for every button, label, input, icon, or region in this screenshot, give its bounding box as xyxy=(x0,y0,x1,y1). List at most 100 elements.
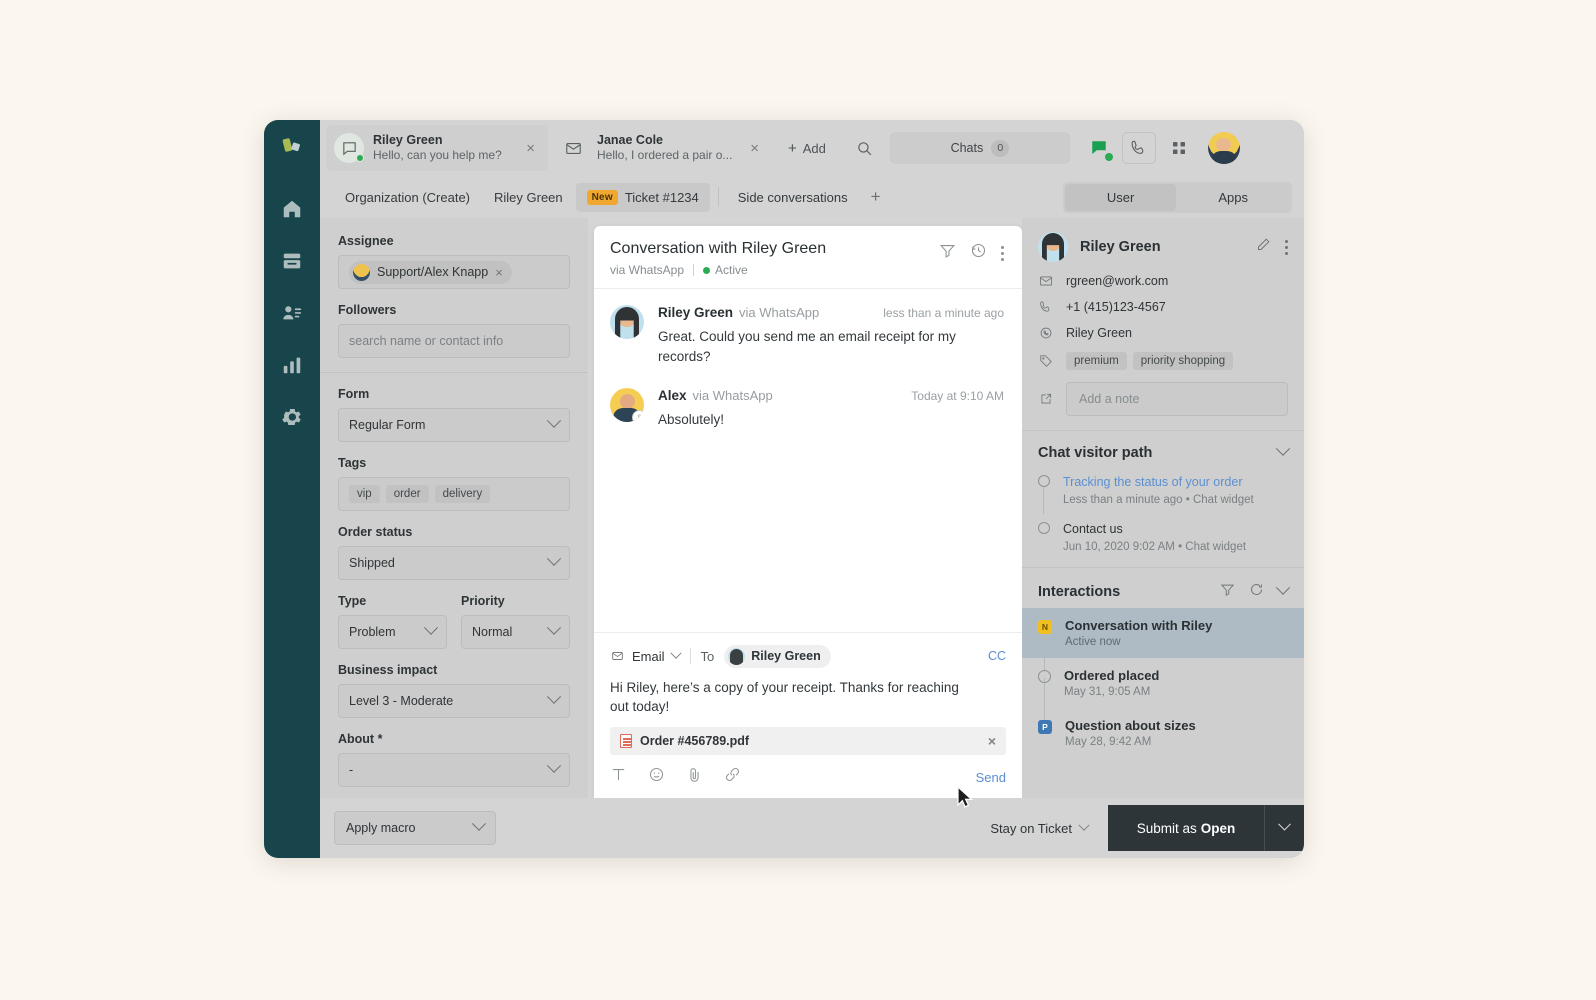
link-icon[interactable] xyxy=(724,766,741,788)
attachment-item[interactable]: Order #456789.pdf × xyxy=(610,727,1006,755)
visitor-path-item[interactable]: Contact us Jun 10, 2020 9:02 AM • Chat w… xyxy=(1038,520,1288,553)
composer-channel-select[interactable]: Email xyxy=(610,647,682,664)
history-icon[interactable] xyxy=(970,242,987,264)
contact-note-row: Add a note xyxy=(1038,382,1288,416)
list-item[interactable]: P Question about sizes May 28, 9:42 AM xyxy=(1022,708,1304,758)
search-icon[interactable] xyxy=(842,140,888,157)
assignee-chip[interactable]: Support/Alex Knapp × xyxy=(349,260,512,284)
list-item[interactable]: N Conversation with Riley Active now xyxy=(1022,608,1304,672)
conversation-tab-janae-cole[interactable]: Janae Cole Hello, I ordered a pair o... … xyxy=(550,125,772,171)
chat-green-icon[interactable] xyxy=(1082,132,1116,164)
contact-tag-chip[interactable]: priority shopping xyxy=(1132,352,1234,370)
remove-attachment-icon[interactable]: × xyxy=(988,733,996,749)
chevron-down-icon[interactable] xyxy=(1275,441,1291,456)
chevron-down-icon xyxy=(423,620,439,635)
submit-options-button[interactable] xyxy=(1264,805,1304,851)
priority-select[interactable]: Normal xyxy=(461,615,570,649)
grid-icon[interactable] xyxy=(1162,132,1196,164)
tab-apps[interactable]: Apps xyxy=(1176,184,1290,211)
stay-on-ticket-select[interactable]: Stay on Ticket xyxy=(990,819,1090,836)
tags-input[interactable]: vip order delivery xyxy=(338,477,570,511)
add-tab-button[interactable]: + Add xyxy=(774,131,840,165)
conversation-channel: via WhatsApp xyxy=(610,263,685,277)
inbox-icon[interactable] xyxy=(279,248,305,274)
apply-macro-select[interactable]: Apply macro xyxy=(334,811,496,845)
online-status-dot xyxy=(1104,153,1113,161)
visitor-path-item[interactable]: Tracking the status of your order Less t… xyxy=(1038,473,1288,514)
recipient-chip[interactable]: Riley Green xyxy=(724,644,831,668)
tab-subtitle: Hello, I ordered a pair o... xyxy=(597,148,733,163)
interaction-title: Ordered placed xyxy=(1064,668,1160,683)
followers-input[interactable]: search name or contact info xyxy=(338,324,570,358)
context-panel: Riley Green rgreen@work.com +1 (415)123-… xyxy=(1022,218,1304,798)
close-icon[interactable]: × xyxy=(747,140,762,157)
tag-chip[interactable]: order xyxy=(385,485,429,503)
about-label: About * xyxy=(338,732,383,746)
chevron-down-icon xyxy=(1278,817,1291,831)
text-format-icon[interactable] xyxy=(610,766,627,788)
avatar xyxy=(353,263,370,281)
tag-chip[interactable]: vip xyxy=(349,485,380,503)
gear-icon[interactable] xyxy=(279,404,305,430)
ticket-action-bar: Apply macro Stay on Ticket Submit as Open xyxy=(320,798,1304,858)
cc-button[interactable]: CC xyxy=(988,649,1006,663)
tag-chip[interactable]: delivery xyxy=(434,485,491,503)
contact-phone[interactable]: +1 (415)123-4567 xyxy=(1066,300,1166,314)
list-item[interactable]: Ordered placed May 31, 9:05 AM xyxy=(1022,658,1304,722)
about-select[interactable]: - xyxy=(338,753,570,787)
filter-icon[interactable] xyxy=(1220,582,1235,602)
kebab-icon[interactable] xyxy=(1001,245,1004,261)
agent-badge-icon xyxy=(632,410,644,423)
emoji-icon[interactable] xyxy=(648,766,665,788)
home-icon[interactable] xyxy=(279,196,305,222)
submit-button[interactable]: Submit as Open xyxy=(1108,805,1264,851)
chats-queue-button[interactable]: Chats 0 xyxy=(889,132,1070,164)
attachment-name: Order #456789.pdf xyxy=(640,734,750,748)
add-side-conversation-icon[interactable]: + xyxy=(861,187,891,207)
message-text: Absolutely! xyxy=(658,412,725,428)
bar-chart-icon[interactable] xyxy=(279,352,305,378)
filter-icon[interactable] xyxy=(939,242,956,264)
order-status-value: Shipped xyxy=(349,556,395,570)
contacts-icon[interactable] xyxy=(279,300,305,326)
close-icon[interactable]: × xyxy=(523,140,538,157)
add-note-input[interactable]: Add a note xyxy=(1066,382,1288,416)
status-dot xyxy=(703,267,711,274)
form-select[interactable]: Regular Form xyxy=(338,408,570,442)
chevron-down-icon[interactable] xyxy=(1275,580,1291,595)
kebab-icon[interactable] xyxy=(1285,239,1288,255)
form-field: Form Regular Form xyxy=(338,387,570,442)
contact-name: Riley Green xyxy=(1080,239,1161,255)
assignee-input[interactable]: Support/Alex Knapp × xyxy=(338,255,570,289)
avatar xyxy=(1038,232,1068,262)
side-conversations-button[interactable]: Side conversations xyxy=(727,183,859,212)
breadcrumb-item-organization[interactable]: Organization (Create) xyxy=(334,183,481,212)
refresh-icon[interactable] xyxy=(1249,582,1264,602)
breadcrumb-item-ticket[interactable]: New Ticket #1234 xyxy=(575,182,710,212)
order-status-select[interactable]: Shipped xyxy=(338,546,570,580)
conversation-tab-riley-green[interactable]: Riley Green Hello, can you help me? × xyxy=(326,125,548,171)
contact-email[interactable]: rgreen@work.com xyxy=(1066,274,1168,288)
composer-body-input[interactable]: Hi Riley, here’s a copy of your receipt.… xyxy=(610,678,965,717)
business-impact-select[interactable]: Level 3 - Moderate xyxy=(338,684,570,718)
logo-icon[interactable] xyxy=(279,132,305,158)
breadcrumb-item-riley-green[interactable]: Riley Green xyxy=(483,183,574,212)
contact-whatsapp[interactable]: Riley Green xyxy=(1066,326,1132,340)
message-channel: via WhatsApp xyxy=(739,305,820,320)
assignee-field: Assignee Support/Alex Knapp × xyxy=(338,234,570,289)
attachment-icon[interactable] xyxy=(686,766,703,788)
tags-label: Tags xyxy=(338,456,367,470)
close-icon[interactable]: × xyxy=(495,265,503,280)
type-select[interactable]: Problem xyxy=(338,615,447,649)
message-timestamp: Today at 9:10 AM xyxy=(911,389,1004,404)
send-button[interactable]: Send xyxy=(976,770,1006,785)
pencil-icon[interactable] xyxy=(1256,237,1271,257)
visitor-path-title[interactable]: Contact us xyxy=(1063,522,1123,536)
phone-icon[interactable] xyxy=(1121,132,1156,164)
visitor-path-title[interactable]: Tracking the status of your order xyxy=(1063,475,1242,489)
apply-macro-label: Apply macro xyxy=(346,821,416,835)
envelope-icon xyxy=(612,652,623,661)
contact-tag-chip[interactable]: premium xyxy=(1066,352,1127,370)
user-avatar[interactable] xyxy=(1207,132,1240,164)
tab-user[interactable]: User xyxy=(1064,183,1177,211)
